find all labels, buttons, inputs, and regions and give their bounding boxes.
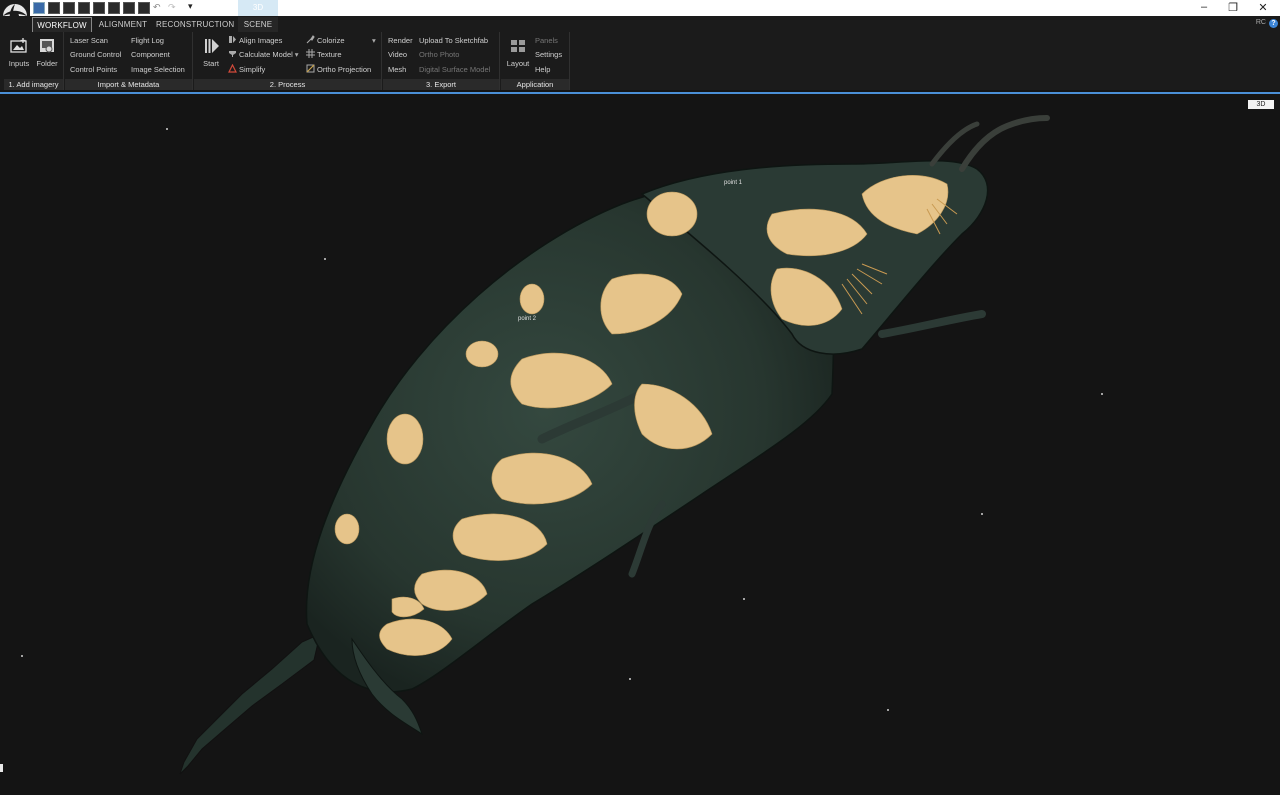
group-caption-add-imagery: 1. Add imagery bbox=[4, 79, 63, 90]
point-label[interactable]: point 1 bbox=[724, 180, 742, 186]
tab-workflow[interactable]: WORKFLOW bbox=[32, 17, 92, 32]
calculate-model-button[interactable]: Calculate Model ▾ bbox=[228, 49, 299, 61]
viewport-edge-marker bbox=[0, 764, 3, 772]
group-caption-process: 2. Process bbox=[194, 79, 381, 90]
texture-icon bbox=[306, 49, 315, 58]
settings-button[interactable]: Settings bbox=[535, 49, 562, 61]
tab-scene[interactable]: SCENE bbox=[238, 17, 278, 32]
undo-icon[interactable]: ↶ bbox=[153, 2, 165, 14]
group-export: Render Video Mesh Upload To Sketchfab Or… bbox=[383, 32, 500, 90]
layout-button[interactable]: Layout bbox=[505, 36, 531, 68]
title-bar: ↶ ↷ ▾ 3D – ❐ ✕ bbox=[0, 0, 1280, 16]
mesh-button[interactable]: Mesh bbox=[388, 64, 406, 76]
group-caption-import-metadata: Import & Metadata bbox=[65, 79, 192, 90]
ortho-projection-icon bbox=[306, 64, 315, 73]
group-application: Layout Panels Settings Help Application bbox=[501, 32, 570, 90]
image-selection-button[interactable]: Image Selection bbox=[131, 64, 185, 76]
folder-label: Folder bbox=[36, 59, 58, 68]
minimize-button[interactable]: – bbox=[1196, 1, 1212, 13]
group-import-metadata: Laser Scan Ground Control Control Points… bbox=[65, 32, 193, 90]
control-points-button[interactable]: Control Points bbox=[70, 64, 117, 76]
colorize-button[interactable]: Colorize bbox=[306, 35, 345, 47]
user-badge[interactable]: RC bbox=[1256, 19, 1266, 26]
texture-button[interactable]: Texture bbox=[306, 49, 342, 61]
laser-scan-button[interactable]: Laser Scan bbox=[70, 35, 108, 47]
inputs-label: Inputs bbox=[8, 59, 30, 68]
calculate-model-label: Calculate Model bbox=[239, 50, 293, 59]
flight-log-button[interactable]: Flight Log bbox=[131, 35, 164, 47]
colorize-icon bbox=[306, 35, 315, 44]
folder-icon bbox=[40, 39, 54, 53]
ortho-projection-label: Ortho Projection bbox=[317, 65, 372, 74]
start-button[interactable]: Start bbox=[198, 36, 224, 68]
simplify-label: Simplify bbox=[239, 65, 266, 74]
start-label: Start bbox=[203, 59, 219, 68]
ribbon-tab-row: WORKFLOW ALIGNMENT RECONSTRUCTION SCENE … bbox=[0, 16, 1280, 32]
3d-viewport[interactable]: 3D point 1 point 2 bbox=[2, 94, 1280, 795]
texture-label: Texture bbox=[317, 50, 342, 59]
calculate-model-dropdown-icon[interactable]: ▾ bbox=[295, 50, 299, 59]
tab-reconstruction[interactable]: RECONSTRUCTION bbox=[156, 17, 234, 32]
layout-label: Layout bbox=[506, 59, 530, 68]
help-button[interactable]: Help bbox=[535, 64, 550, 76]
layout-5-icon[interactable] bbox=[93, 2, 105, 14]
inputs-button[interactable]: Inputs bbox=[6, 36, 32, 68]
help-icon[interactable]: ? bbox=[1269, 19, 1278, 28]
simplify-icon bbox=[228, 63, 237, 73]
restore-button[interactable]: ❐ bbox=[1225, 1, 1241, 14]
start-icon bbox=[205, 39, 219, 53]
close-button[interactable]: ✕ bbox=[1255, 1, 1271, 14]
folder-button[interactable]: Folder bbox=[34, 36, 60, 68]
colorize-dropdown-icon[interactable]: ▾ bbox=[372, 35, 376, 47]
view-title-tab[interactable]: 3D bbox=[238, 0, 278, 16]
video-button[interactable]: Video bbox=[388, 49, 407, 61]
layout-3-icon[interactable] bbox=[63, 2, 75, 14]
layout-6-icon[interactable] bbox=[108, 2, 120, 14]
layout-7-icon[interactable] bbox=[123, 2, 135, 14]
redo-icon[interactable]: ↷ bbox=[168, 2, 180, 14]
group-caption-export: 3. Export bbox=[383, 79, 499, 90]
layout-icon bbox=[511, 40, 525, 52]
app-window: ↶ ↷ ▾ 3D – ❐ ✕ WORKFLOW ALIGNMENT RECONS… bbox=[0, 0, 1280, 795]
align-images-button[interactable]: Align Images bbox=[228, 35, 282, 47]
inputs-icon bbox=[10, 38, 27, 53]
digital-surface-model-button[interactable]: Digital Surface Model bbox=[419, 64, 490, 76]
align-images-label: Align Images bbox=[239, 36, 283, 45]
component-button[interactable]: Component bbox=[131, 49, 170, 61]
beetle-model bbox=[21, 115, 1103, 775]
render-button[interactable]: Render bbox=[388, 35, 413, 47]
ribbon: Inputs Folder 1. Add imagery Laser Scan … bbox=[0, 32, 1280, 90]
layout-1-icon[interactable] bbox=[33, 2, 45, 14]
group-caption-application: Application bbox=[501, 79, 569, 90]
align-images-icon bbox=[228, 35, 237, 44]
layout-4-icon[interactable] bbox=[78, 2, 90, 14]
panels-button[interactable]: Panels bbox=[535, 35, 558, 47]
colorize-label: Colorize bbox=[317, 36, 345, 45]
ortho-projection-button[interactable]: Ortho Projection bbox=[306, 64, 371, 76]
quick-access-toolbar: ↶ ↷ bbox=[33, 2, 180, 14]
simplify-button[interactable]: Simplify bbox=[228, 63, 266, 76]
layout-2-icon[interactable] bbox=[48, 2, 60, 14]
point-label[interactable]: point 2 bbox=[518, 316, 536, 322]
group-add-imagery: Inputs Folder 1. Add imagery bbox=[4, 32, 64, 90]
group-process: Start Align Images Calculate Model ▾ Simp… bbox=[194, 32, 382, 90]
customize-quick-access-button[interactable]: ▾ bbox=[188, 1, 193, 12]
calculate-model-icon bbox=[228, 49, 237, 58]
ortho-photo-button[interactable]: Ortho Photo bbox=[419, 49, 459, 61]
layout-8-icon[interactable] bbox=[138, 2, 150, 14]
upload-sketchfab-button[interactable]: Upload To Sketchfab bbox=[419, 35, 488, 47]
tab-alignment[interactable]: ALIGNMENT bbox=[96, 17, 150, 32]
ground-control-button[interactable]: Ground Control bbox=[70, 49, 121, 61]
